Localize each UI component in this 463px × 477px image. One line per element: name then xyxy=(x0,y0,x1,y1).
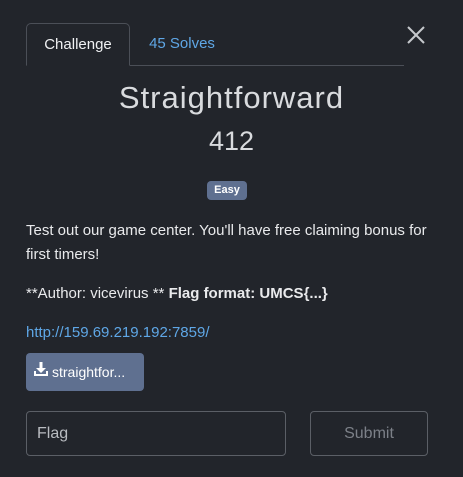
download-file-button[interactable]: straightfor... xyxy=(26,353,144,391)
challenge-description: Test out our game center. You'll have fr… xyxy=(26,222,427,263)
author-text: **Author: vicevirus ** xyxy=(26,285,169,302)
download-icon xyxy=(34,353,48,390)
difficulty-badge: Easy xyxy=(207,181,247,200)
file-name: straightfor... xyxy=(52,364,126,380)
challenge-author-line: **Author: vicevirus ** Flag format: UMCS… xyxy=(26,283,446,305)
challenge-title: Straightforward xyxy=(118,80,345,115)
tab-solves[interactable]: 45 Solves xyxy=(142,23,222,65)
tab-challenge[interactable]: Challenge xyxy=(26,23,130,66)
challenge-points: 412 xyxy=(208,126,255,156)
flag-format-text: Flag format: UMCS{...} xyxy=(168,285,328,302)
challenge-tabs: Challenge 45 Solves xyxy=(26,23,404,66)
challenge-link[interactable]: http://159.69.219.192:7859/ xyxy=(26,322,210,344)
close-icon[interactable] xyxy=(402,21,430,49)
flag-input[interactable] xyxy=(26,411,286,456)
submit-button[interactable]: Submit xyxy=(310,411,428,456)
